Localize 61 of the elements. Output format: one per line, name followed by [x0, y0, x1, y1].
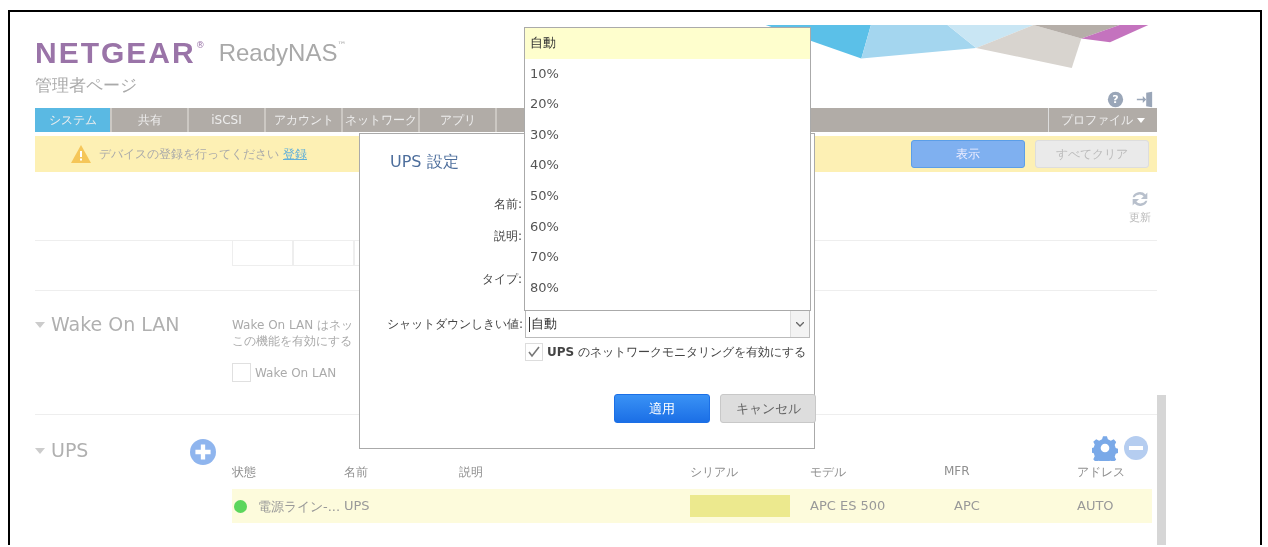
checkbox-label: Wake On LAN	[255, 365, 337, 380]
table-cell: APC	[954, 498, 980, 513]
table-cell: APC ES 500	[810, 498, 886, 513]
chevron-icon	[796, 321, 804, 327]
dropdown-option[interactable]: 80%	[525, 272, 810, 304]
dropdown-option[interactable]: 10%	[525, 58, 810, 90]
trademark-mark: ™	[337, 40, 347, 50]
field-label: 名前:	[492, 196, 522, 212]
nav-tab[interactable]: 共有	[112, 108, 189, 132]
nav-tab[interactable]: システム	[35, 108, 112, 132]
section-title: UPS	[51, 439, 89, 461]
apply-button[interactable]: 適用	[614, 394, 710, 423]
collapse-arrow-icon[interactable]	[35, 448, 45, 454]
notice-text: デバイスの登録を行ってください	[99, 145, 279, 163]
dropdown-option[interactable]: 60%	[525, 211, 810, 243]
monitoring-checkbox[interactable]	[525, 343, 543, 361]
wol-checkbox[interactable]	[232, 363, 251, 382]
scrollbar[interactable]	[1157, 395, 1166, 545]
column-header: 説明	[459, 464, 483, 481]
page-subtitle: 管理者ページ	[35, 74, 138, 97]
description-text: Wake On LAN はネッ	[232, 317, 353, 333]
column-header: シリアル	[690, 464, 738, 481]
dropdown-option[interactable]: 50%	[525, 180, 810, 212]
refresh-button[interactable]: 更新	[1129, 187, 1151, 225]
register-link[interactable]: 登録	[283, 145, 307, 163]
warning-icon	[71, 145, 91, 163]
field-label: 説明:	[492, 228, 522, 244]
nav-tab[interactable]: iSCSI	[189, 108, 266, 132]
dropdown-option[interactable]: 30%	[525, 119, 810, 151]
caret-icon	[1137, 117, 1145, 123]
column-header: 状態	[232, 464, 256, 481]
product-name: ReadyNAS	[218, 38, 338, 68]
remove-icon[interactable]	[1124, 436, 1148, 460]
field-label: タイプ:	[481, 271, 522, 287]
help-icon[interactable]: ?	[1107, 91, 1124, 108]
table-cell: AUTO	[1077, 498, 1114, 513]
dropdown-option[interactable]: 40%	[525, 150, 810, 181]
dropdown-option[interactable]: 70%	[525, 242, 810, 273]
dropdown-option[interactable]: 自動	[525, 28, 810, 59]
table-row[interactable]: 電源ライン-... UPS APC ES 500 APC AUTO	[232, 489, 1152, 523]
column-header: MFR	[944, 464, 970, 478]
table-cell: UPS	[344, 498, 370, 513]
description-text: この機能を有効にする	[232, 333, 353, 349]
section-title: Wake On LAN	[51, 313, 180, 335]
table-cell: 電源ライン-...	[258, 498, 341, 516]
notice-button[interactable]: 表示	[911, 140, 1025, 168]
dialog-title: UPS 設定	[390, 152, 459, 173]
logout-icon[interactable]	[1136, 91, 1153, 108]
brand-logo: NETGEAR	[35, 36, 196, 70]
add-icon[interactable]	[190, 439, 216, 465]
column-header: 名前	[344, 464, 368, 481]
checkbox-label: UPS のネットワークモニタリングを有効にする	[547, 343, 806, 361]
settings-icon[interactable]	[1092, 435, 1118, 461]
field-label: シャットダウンしきい値:	[385, 315, 523, 333]
cancel-button[interactable]: キャンセル	[720, 394, 816, 423]
collapse-arrow-icon[interactable]	[35, 322, 45, 328]
column-header: モデル	[810, 464, 846, 481]
dropdown-option[interactable]: 20%	[525, 89, 810, 120]
registered-mark: ®	[195, 40, 205, 50]
nav-tab[interactable]: アカウント	[266, 108, 343, 132]
column-header: アドレス	[1077, 464, 1125, 481]
